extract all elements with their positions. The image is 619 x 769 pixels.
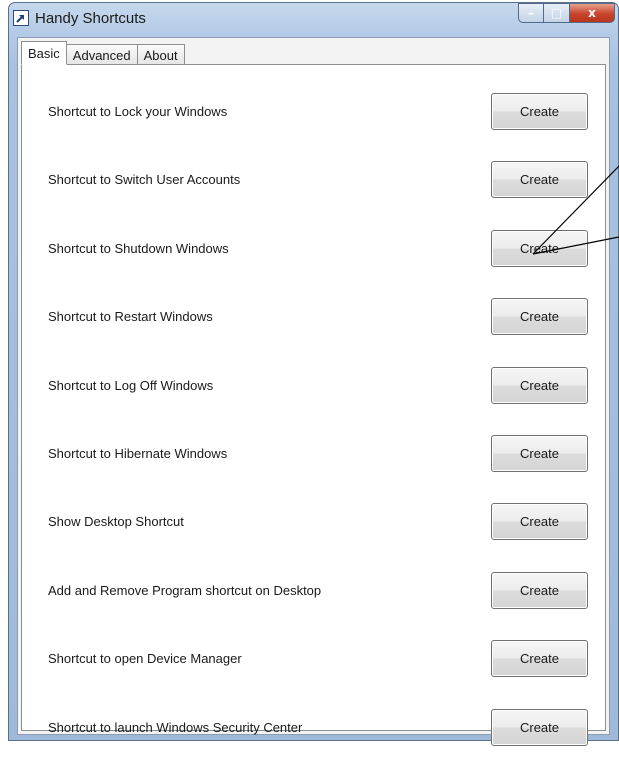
shortcut-label: Shortcut to Shutdown Windows (48, 241, 229, 256)
list-item: Shortcut to Lock your Windows Create (22, 93, 605, 133)
shortcut-label: Show Desktop Shortcut (48, 514, 184, 529)
list-item: Shortcut to Restart Windows Create (22, 298, 605, 338)
tab-basic[interactable]: Basic (21, 41, 67, 65)
create-show-desktop-shortcut-button[interactable]: Create (491, 503, 588, 540)
list-item: Shortcut to Switch User Accounts Create (22, 161, 605, 201)
shortcut-label: Shortcut to Lock your Windows (48, 104, 228, 119)
create-shutdown-shortcut-button[interactable]: Create (491, 230, 588, 267)
app-window: Handy Shortcuts – □ x Basic Advanced Abo… (8, 2, 619, 746)
create-log-off-shortcut-button[interactable]: Create (491, 367, 588, 404)
create-add-remove-programs-shortcut-button[interactable]: Create (491, 572, 588, 609)
list-item: Shortcut to Shutdown Windows Create (22, 230, 605, 270)
create-restart-shortcut-button[interactable]: Create (491, 298, 588, 335)
list-item: Show Desktop Shortcut Create (22, 503, 605, 543)
maximize-icon: □ (550, 6, 563, 20)
create-security-center-shortcut-button[interactable]: Create (491, 709, 588, 746)
shortcut-label: Add and Remove Program shortcut on Deskt… (48, 583, 322, 598)
window-controls: – □ x (518, 3, 615, 24)
shortcut-label: Shortcut to open Device Manager (48, 651, 242, 666)
client-area: Basic Advanced About Shortcut to Lock yo… (17, 37, 610, 746)
list-item: Shortcut to Log Off Windows Create (22, 367, 605, 407)
minimize-button[interactable]: – (518, 3, 544, 23)
shortcut-label: Shortcut to Restart Windows (48, 309, 213, 324)
basic-tab-panel: Shortcut to Lock your Windows Create Sho… (21, 64, 606, 746)
list-item: Add and Remove Program shortcut on Deskt… (22, 572, 605, 612)
create-lock-shortcut-button[interactable]: Create (491, 93, 588, 130)
title-bar[interactable]: Handy Shortcuts – □ x (9, 3, 618, 37)
create-hibernate-shortcut-button[interactable]: Create (491, 435, 588, 472)
tab-advanced[interactable]: Advanced (65, 44, 138, 65)
shortcut-label: Shortcut to Log Off Windows (48, 378, 214, 393)
close-icon: x (588, 6, 596, 20)
maximize-button[interactable]: □ (544, 3, 570, 23)
close-button[interactable]: x (570, 3, 615, 23)
window-title: Handy Shortcuts (35, 10, 146, 27)
tab-about[interactable]: About (136, 44, 185, 65)
shortcut-label: Shortcut to launch Windows Security Cent… (48, 720, 303, 735)
create-device-manager-shortcut-button[interactable]: Create (491, 640, 588, 677)
shortcut-arrow-icon (13, 10, 29, 26)
shortcut-label: Shortcut to Switch User Accounts (48, 172, 241, 187)
minimize-icon: – (528, 6, 534, 20)
list-item: Shortcut to open Device Manager Create (22, 640, 605, 680)
list-item: Shortcut to launch Windows Security Cent… (22, 709, 605, 749)
shortcut-label: Shortcut to Hibernate Windows (48, 446, 228, 461)
create-switch-user-shortcut-button[interactable]: Create (491, 161, 588, 198)
list-item: Shortcut to Hibernate Windows Create (22, 435, 605, 475)
tab-strip: Basic Advanced About (21, 41, 185, 65)
